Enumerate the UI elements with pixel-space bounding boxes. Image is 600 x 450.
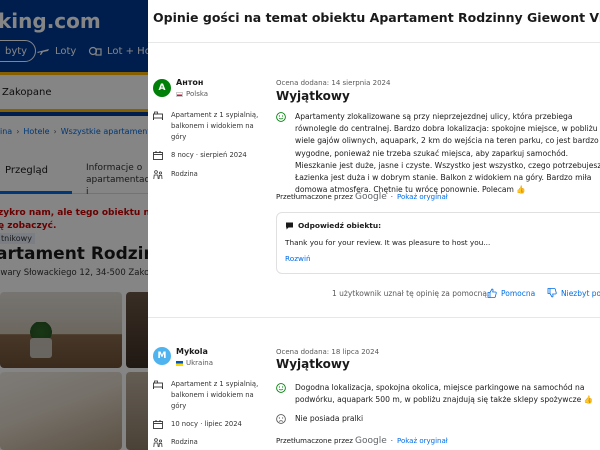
stay-length: 8 nocy · sierpień 2024 (153, 150, 247, 161)
reviewer-name: Антон (176, 78, 204, 87)
ukraine-flag-icon (176, 360, 183, 366)
review-positive-text: Dogodna lokalizacja, spokojna okolica, m… (295, 383, 594, 405)
smiley-icon (276, 112, 286, 122)
reply-text: Thank you for your review. It was pleasu… (285, 238, 491, 247)
stay-label: 10 nocy · lipiec 2024 (171, 420, 242, 428)
room-type: Apartament z 1 sypialnią, balkonem i wid… (153, 379, 263, 412)
poland-flag-icon (176, 91, 183, 97)
review-negative: Nie posiada pralki (276, 413, 596, 425)
stay-length: 10 nocy · lipiec 2024 (153, 419, 242, 430)
review-positive: Dogodna lokalizacja, spokojna okolica, m… (276, 382, 600, 406)
reviewer-country: Polska (176, 90, 208, 98)
room-type: Apartament z 1 sypialnią, balkonem i wid… (153, 110, 263, 143)
divider (148, 42, 600, 43)
sad-face-icon (276, 414, 286, 424)
country-label: Polska (186, 90, 209, 98)
expand-reply-link[interactable]: Rozwiń (285, 254, 311, 263)
room-type-label: Apartament z 1 sypialnią, balkonem i wid… (171, 111, 259, 141)
modal-overlay[interactable] (0, 0, 148, 450)
show-original-link[interactable]: Pokaż oryginał (397, 437, 448, 445)
review-positive: Apartamenty zlokalizowane są przy nieprz… (276, 111, 600, 196)
separator-dot: · (390, 437, 393, 445)
helpful-label: Pomocna (501, 288, 536, 298)
review-headline: Wyjątkowy (276, 357, 350, 371)
reply-label-text: Odpowiedź obiektu: (298, 221, 382, 230)
thumbs-up-icon (487, 288, 497, 298)
separator-dot: · (390, 193, 393, 201)
bed-icon (153, 380, 163, 389)
traveler-type: Rodzina (153, 169, 198, 180)
bed-icon (153, 111, 163, 120)
room-type-label: Apartament z 1 sypialnią, balkonem i wid… (171, 380, 259, 410)
calendar-icon (153, 151, 163, 160)
translated-by-label: Przetłumaczone przez (276, 437, 353, 445)
panel-title: Opinie gości na temat obiektu Apartament… (153, 10, 600, 25)
review-negative-text: Nie posiada pralki (295, 414, 364, 423)
translation-note: Przetłumaczone przez Google · Pokaż oryg… (276, 192, 448, 202)
stay-label: 8 nocy · sierpień 2024 (171, 151, 247, 159)
reviewer-country: Ukraina (176, 359, 213, 367)
review-positive-text: Apartamenty zlokalizowane są przy nieprz… (295, 112, 600, 195)
calendar-icon (153, 420, 163, 429)
google-logo: Google (355, 192, 387, 202)
traveler-type: Rodzina (153, 437, 198, 448)
reviews-panel: Opinie gości na temat obiektu Apartament… (148, 0, 600, 450)
reply-label: Odpowiedź obiektu: (285, 221, 381, 230)
divider (148, 317, 600, 318)
translated-by-label: Przetłumaczone przez (276, 193, 353, 201)
translation-note: Przetłumaczone przez Google · Pokaż oryg… (276, 436, 448, 446)
not-helpful-button[interactable]: Niezbyt pomocna (547, 288, 600, 298)
family-icon (153, 170, 163, 179)
not-helpful-label: Niezbyt pomocna (561, 288, 600, 298)
speech-bubble-icon (286, 222, 293, 229)
traveler-type-label: Rodzina (171, 438, 198, 446)
avatar: A (153, 79, 171, 97)
avatar: M (153, 347, 171, 365)
review-headline: Wyjątkowy (276, 89, 350, 103)
traveler-type-label: Rodzina (171, 170, 198, 178)
reviewer-name: Mykola (176, 347, 208, 356)
family-icon (153, 438, 163, 447)
thumbs-down-icon (547, 288, 557, 298)
show-original-link[interactable]: Pokaż oryginał (397, 193, 448, 201)
google-logo: Google (355, 436, 387, 446)
helpful-button[interactable]: Pomocna (487, 288, 535, 298)
helpful-count: 1 użytkownik uznał tę opinię za pomocną. (332, 289, 490, 298)
smiley-icon (276, 383, 286, 393)
review-date: Ocena dodana: 14 sierpnia 2024 (276, 79, 391, 87)
review-date: Ocena dodana: 18 lipca 2024 (276, 348, 380, 356)
country-label: Ukraina (186, 359, 214, 367)
